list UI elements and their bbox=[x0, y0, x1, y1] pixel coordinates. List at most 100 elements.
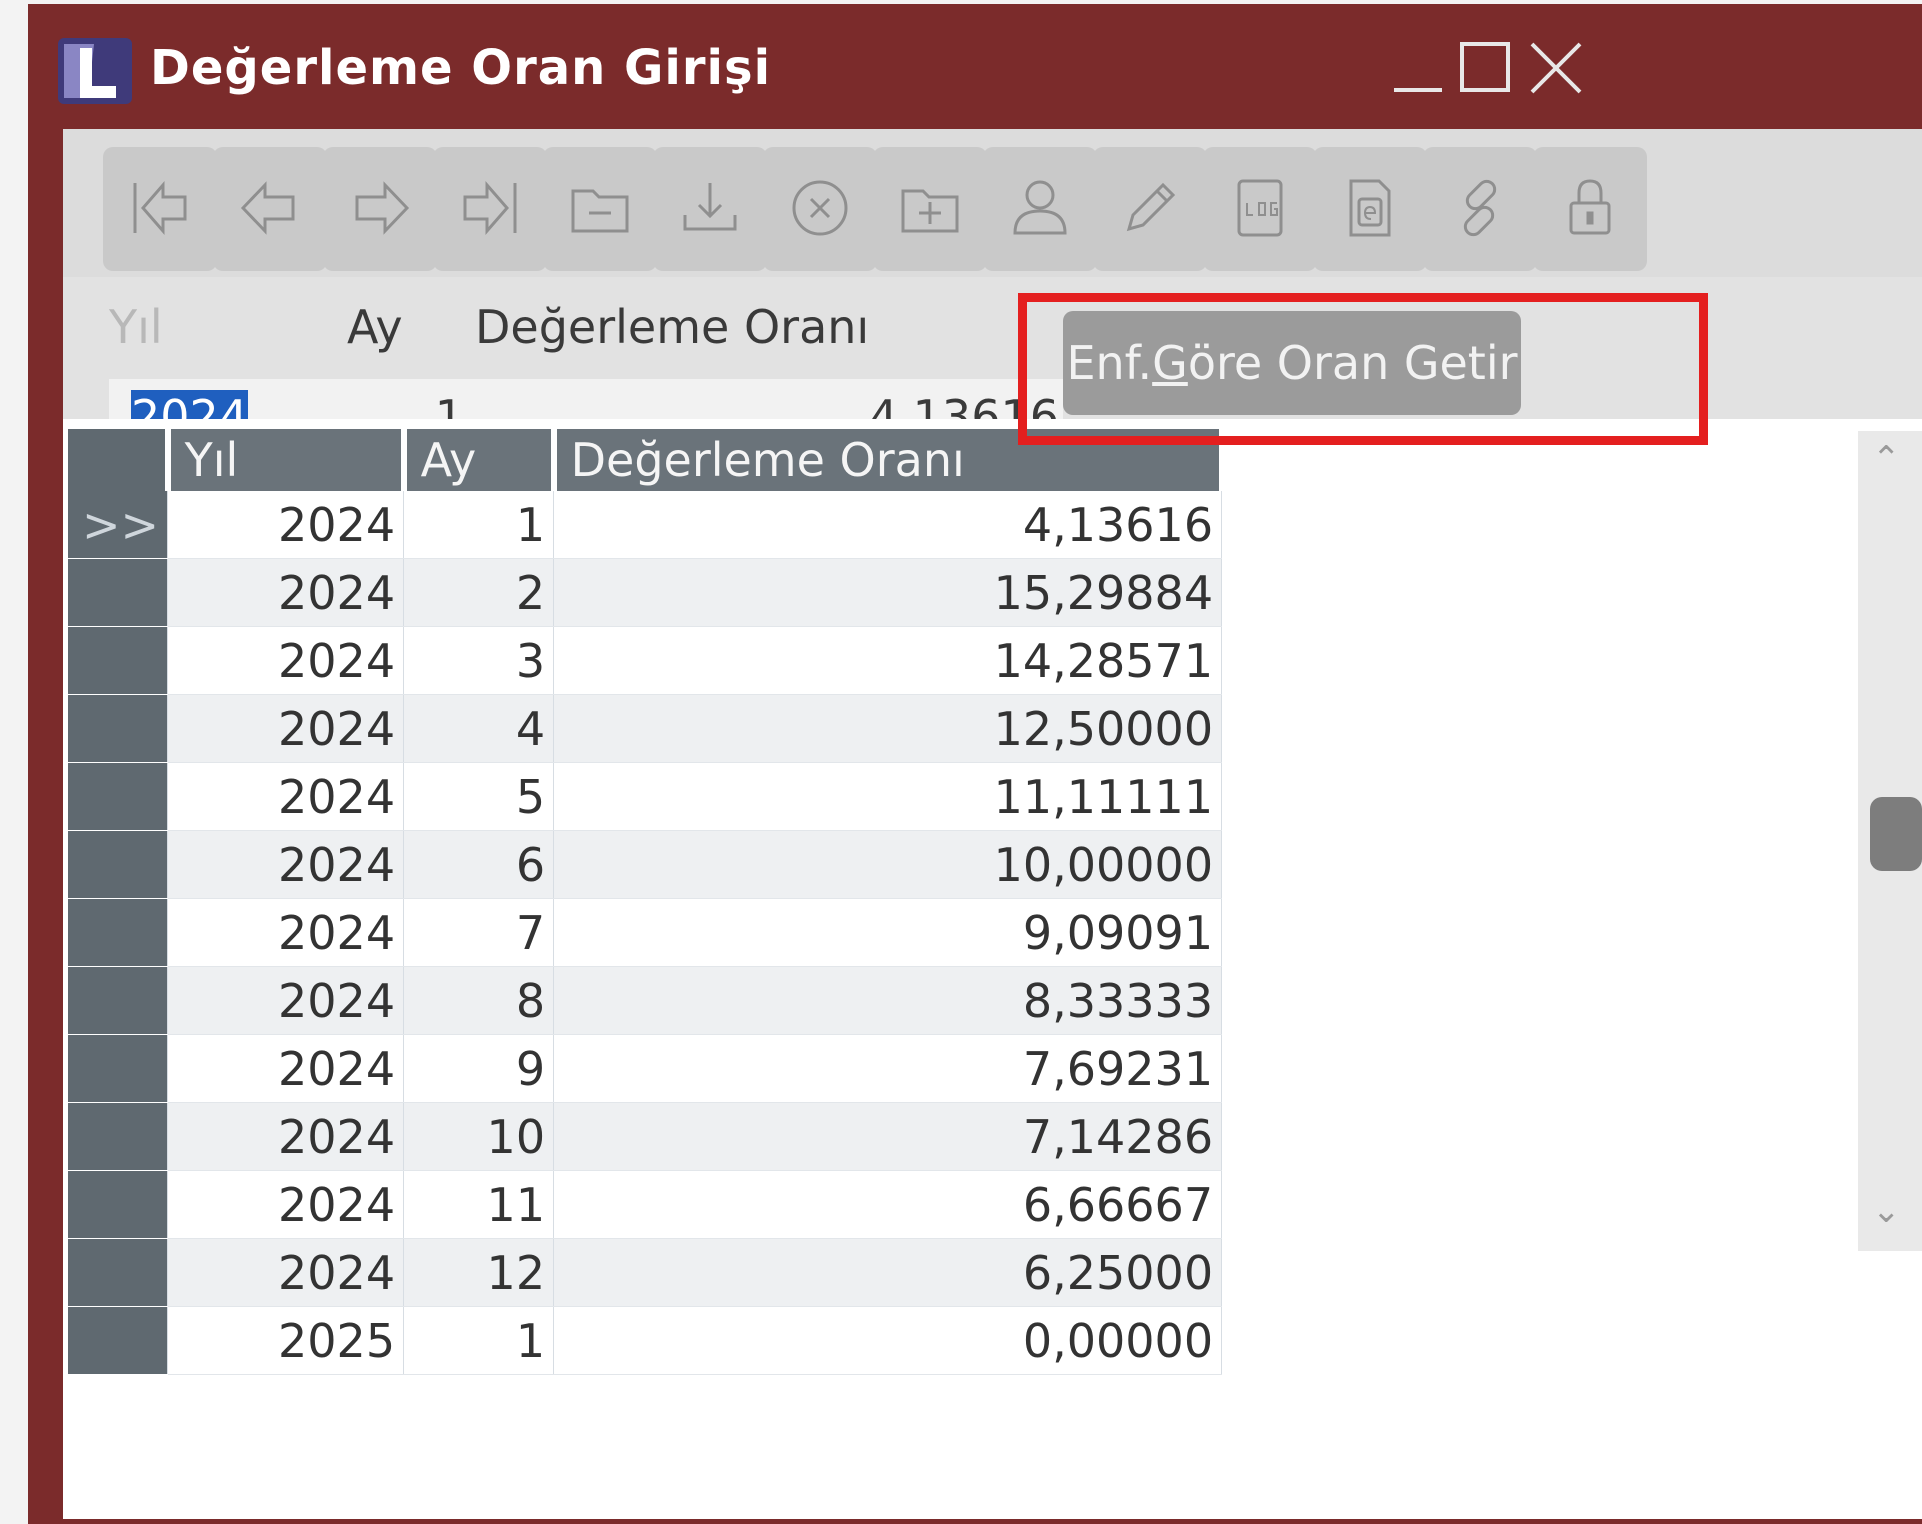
row-indicator[interactable] bbox=[68, 626, 169, 695]
row-indicator[interactable] bbox=[68, 898, 169, 967]
cell-month[interactable]: 1 bbox=[403, 1306, 555, 1375]
cell-month[interactable]: 9 bbox=[403, 1034, 555, 1103]
user-button[interactable] bbox=[983, 147, 1097, 271]
table-row[interactable]: 2024 7 9,09091 bbox=[68, 898, 1223, 967]
cell-month[interactable]: 11 bbox=[403, 1170, 555, 1239]
window: Değerleme Oran Girişi Yıl Ay Değerleme O… bbox=[28, 4, 1922, 1524]
row-indicator[interactable] bbox=[68, 966, 169, 1035]
cell-year[interactable]: 2024 bbox=[167, 1102, 405, 1171]
link-icon bbox=[1463, 179, 1497, 237]
edit-button[interactable] bbox=[1093, 147, 1207, 271]
fetch-rate-button[interactable]: Enf.Göre Oran Getir bbox=[1063, 311, 1521, 415]
cell-rate[interactable]: 6,66667 bbox=[553, 1170, 1223, 1239]
cell-year[interactable]: 2024 bbox=[167, 830, 405, 899]
cell-year[interactable]: 2024 bbox=[167, 558, 405, 627]
cell-year[interactable]: 2024 bbox=[167, 1034, 405, 1103]
cell-year[interactable]: 2024 bbox=[167, 694, 405, 763]
last-record-icon bbox=[463, 180, 517, 236]
cell-rate[interactable]: 7,14286 bbox=[553, 1102, 1223, 1171]
folder-plus-icon bbox=[901, 189, 959, 233]
cell-rate[interactable]: 8,33333 bbox=[553, 966, 1223, 1035]
cell-year[interactable]: 2024 bbox=[167, 1238, 405, 1307]
cell-rate[interactable]: 12,50000 bbox=[553, 694, 1223, 763]
cell-month[interactable]: 8 bbox=[403, 966, 555, 1035]
next-record-icon bbox=[355, 181, 410, 235]
row-indicator[interactable] bbox=[68, 558, 169, 627]
table-row[interactable]: 2024 8 8,33333 bbox=[68, 966, 1223, 1035]
table-body: >> 2024 1 4,13616 2024 2 15,29884 2024 3 14,28571… bbox=[68, 491, 1223, 1375]
remove-record-button[interactable] bbox=[543, 147, 657, 271]
row-indicator[interactable] bbox=[68, 830, 169, 899]
cell-year[interactable]: 2024 bbox=[167, 1170, 405, 1239]
save-button[interactable] bbox=[653, 147, 767, 271]
row-indicator[interactable] bbox=[68, 1034, 169, 1103]
cell-rate[interactable]: 15,29884 bbox=[553, 558, 1223, 627]
cell-year[interactable]: 2024 bbox=[167, 762, 405, 831]
table-row[interactable]: 2024 4 12,50000 bbox=[68, 694, 1223, 763]
column-header-year[interactable]: Yıl bbox=[167, 429, 407, 491]
table-row[interactable]: 2024 11 6,66667 bbox=[68, 1170, 1223, 1239]
cell-month[interactable]: 6 bbox=[403, 830, 555, 899]
month-label: Ay bbox=[347, 300, 403, 354]
table-row[interactable]: 2024 3 14,28571 bbox=[68, 626, 1223, 695]
cell-year[interactable]: 2024 bbox=[167, 966, 405, 1035]
scroll-up-icon[interactable]: ⌃ bbox=[1872, 439, 1901, 479]
download-icon bbox=[683, 183, 737, 231]
row-indicator[interactable] bbox=[68, 762, 169, 831]
link-button[interactable] bbox=[1423, 147, 1537, 271]
first-record-icon bbox=[133, 180, 187, 236]
add-record-button[interactable] bbox=[873, 147, 987, 271]
minimize-icon[interactable] bbox=[1388, 36, 1448, 100]
cell-rate[interactable]: 7,69231 bbox=[553, 1034, 1223, 1103]
vertical-scrollbar[interactable]: ⌃ ⌄ bbox=[1858, 431, 1922, 1251]
cell-year[interactable]: 2024 bbox=[167, 491, 405, 559]
cell-month[interactable]: 4 bbox=[403, 694, 555, 763]
cell-month[interactable]: 2 bbox=[403, 558, 555, 627]
cell-month[interactable]: 7 bbox=[403, 898, 555, 967]
cell-year[interactable]: 2024 bbox=[167, 898, 405, 967]
table-row[interactable]: 2024 12 6,25000 bbox=[68, 1238, 1223, 1307]
column-header-month[interactable]: Ay bbox=[403, 429, 557, 491]
cell-month[interactable]: 5 bbox=[403, 762, 555, 831]
cell-rate[interactable]: 4,13616 bbox=[553, 491, 1223, 559]
table-row[interactable]: 2024 6 10,00000 bbox=[68, 830, 1223, 899]
row-indicator[interactable] bbox=[68, 1306, 169, 1375]
row-indicator[interactable] bbox=[68, 1238, 169, 1307]
scroll-thumb[interactable] bbox=[1870, 797, 1922, 871]
cell-rate[interactable]: 9,09091 bbox=[553, 898, 1223, 967]
next-record-button[interactable] bbox=[323, 147, 437, 271]
first-record-button[interactable] bbox=[103, 147, 217, 271]
cell-year[interactable]: 2025 bbox=[167, 1306, 405, 1375]
table-row[interactable]: 2025 1 0,00000 bbox=[68, 1306, 1223, 1375]
table-row[interactable]: 2024 10 7,14286 bbox=[68, 1102, 1223, 1171]
maximize-icon[interactable] bbox=[1456, 36, 1516, 100]
cell-month[interactable]: 3 bbox=[403, 626, 555, 695]
previous-record-button[interactable] bbox=[213, 147, 327, 271]
row-indicator[interactable] bbox=[68, 1170, 169, 1239]
cell-rate[interactable]: 10,00000 bbox=[553, 830, 1223, 899]
lock-button[interactable] bbox=[1533, 147, 1647, 271]
cancel-button[interactable] bbox=[763, 147, 877, 271]
toolbar bbox=[63, 129, 1922, 271]
last-record-button[interactable] bbox=[433, 147, 547, 271]
table-row[interactable]: >> 2024 1 4,13616 bbox=[68, 491, 1223, 559]
row-indicator[interactable] bbox=[68, 694, 169, 763]
scroll-down-icon[interactable]: ⌄ bbox=[1872, 1191, 1901, 1231]
cell-rate[interactable]: 14,28571 bbox=[553, 626, 1223, 695]
cell-rate[interactable]: 0,00000 bbox=[553, 1306, 1223, 1375]
cell-month[interactable]: 12 bbox=[403, 1238, 555, 1307]
cell-month[interactable]: 1 bbox=[403, 491, 555, 559]
log-button[interactable] bbox=[1203, 147, 1317, 271]
e-document-button[interactable] bbox=[1313, 147, 1427, 271]
title-bar[interactable]: Değerleme Oran Girişi bbox=[28, 4, 1922, 129]
table-row[interactable]: 2024 5 11,11111 bbox=[68, 762, 1223, 831]
cell-month[interactable]: 10 bbox=[403, 1102, 555, 1171]
table-row[interactable]: 2024 2 15,29884 bbox=[68, 558, 1223, 627]
cell-rate[interactable]: 6,25000 bbox=[553, 1238, 1223, 1307]
table-row[interactable]: 2024 9 7,69231 bbox=[68, 1034, 1223, 1103]
row-indicator[interactable]: >> bbox=[68, 491, 169, 559]
cell-rate[interactable]: 11,11111 bbox=[553, 762, 1223, 831]
cell-year[interactable]: 2024 bbox=[167, 626, 405, 695]
row-indicator[interactable] bbox=[68, 1102, 169, 1171]
close-icon[interactable] bbox=[1526, 36, 1586, 100]
